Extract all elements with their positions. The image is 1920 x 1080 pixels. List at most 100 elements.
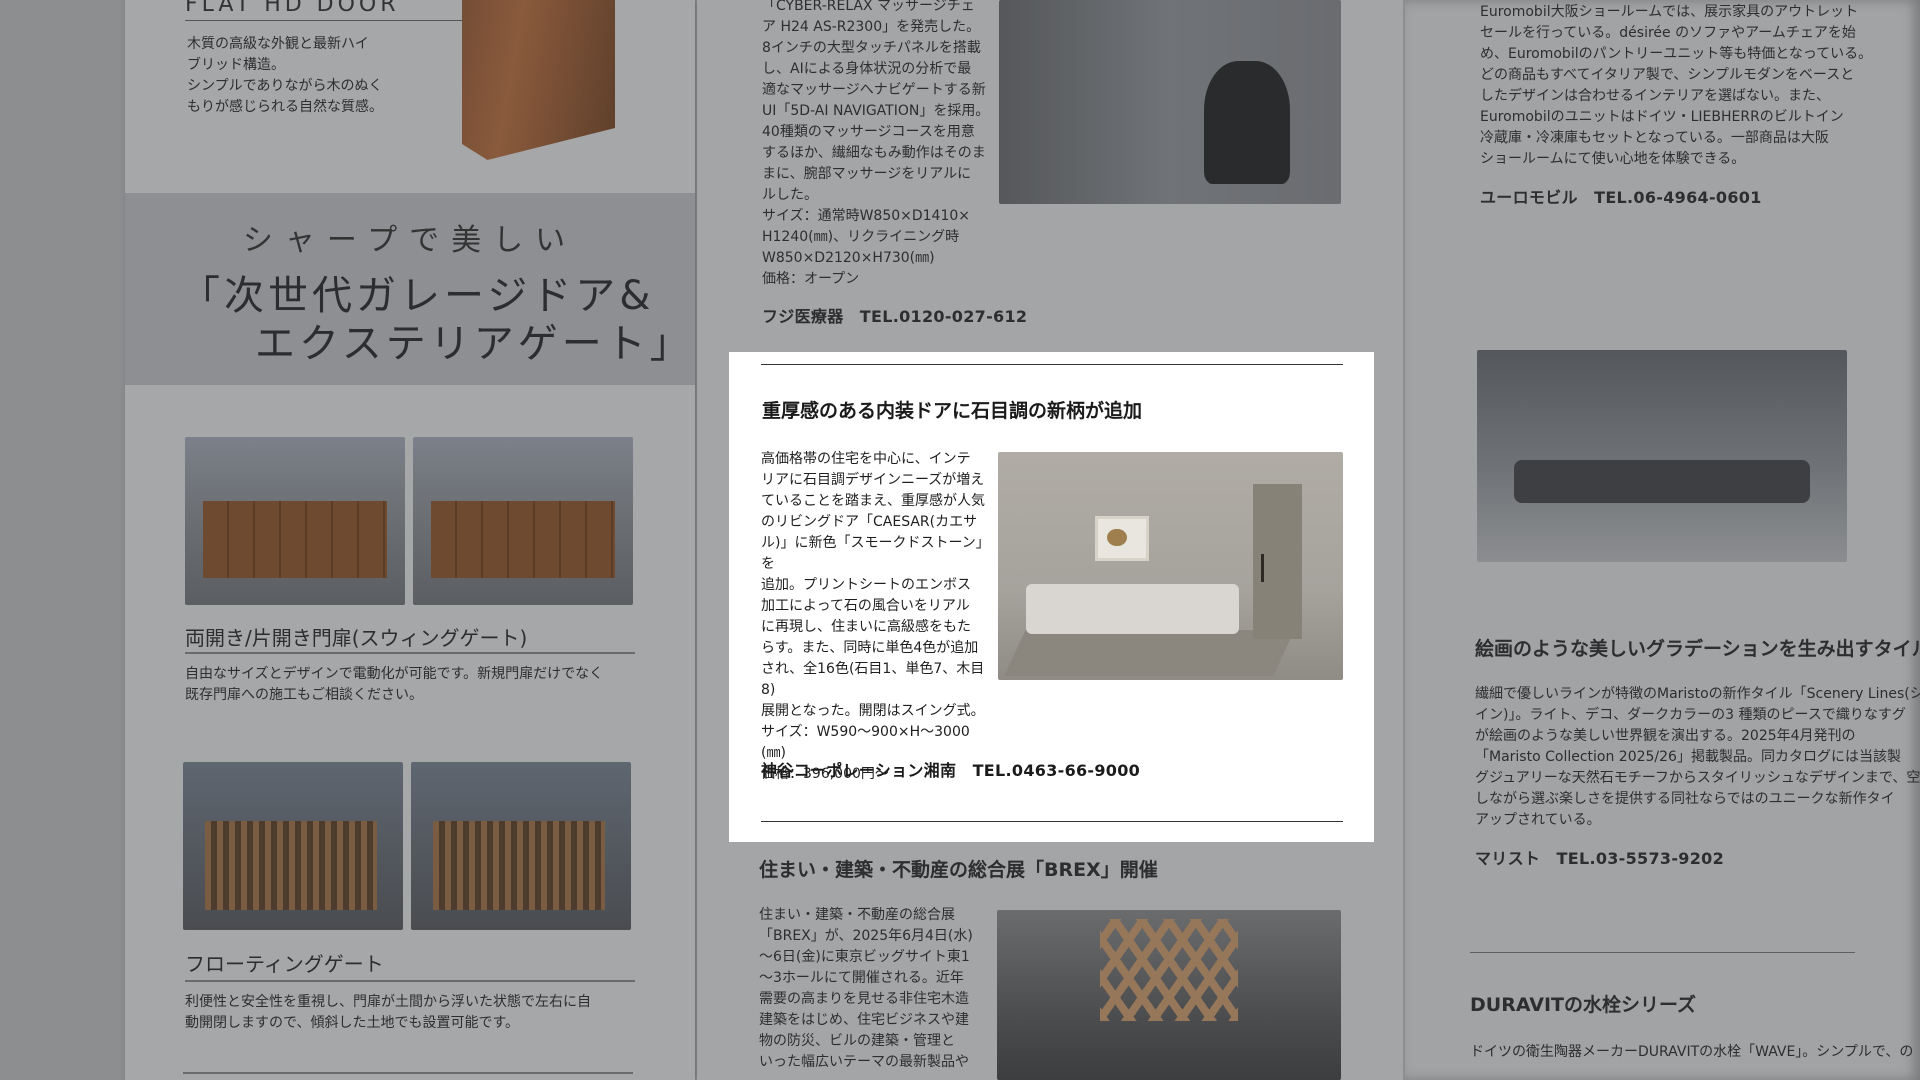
living-room-photo (1477, 350, 1847, 562)
intro-line: もりが感じられる自然な質感。 (187, 99, 383, 115)
text-line: いった幅広いテーマの最新製品や (759, 1054, 969, 1070)
text-line: め、Euromobilのパントリーユニット等も特価となっている。 (1480, 46, 1873, 62)
banner-title-line-2: エクステリアゲート」 (255, 321, 694, 367)
tile-heading: 絵画のような美しいグラデーションを生み出すタイル (1475, 638, 1920, 660)
text-line: グジュアリーな天然石モチーフからスタイリッシュなデザインまで、空 (1475, 770, 1920, 786)
divider (185, 652, 635, 654)
text-line: H1240(㎜)、リクライニング時 (762, 229, 960, 245)
brex-expo-photo (997, 910, 1341, 1080)
card-top-rule (761, 364, 1343, 365)
text-line: セールを行っている。désirée のソファやアームチェアを始 (1480, 25, 1856, 41)
text-line: 「Maristo Collection 2025/26」掲載製品。同カタログには… (1475, 749, 1901, 765)
text-line: UI「5D-AI NAVIGATION」を採用。 (762, 103, 990, 119)
text-line: に再現し、住まいに高級感をもた (761, 619, 971, 635)
floating-gate-text: 利便性と安全性を重視し、門扉が土間から浮いた状態で左右に自 動開閉しますので、傾… (185, 992, 645, 1034)
text-line: したデザインは合わせるインテリアを選ばない。また、 (1480, 88, 1830, 104)
rug (1004, 629, 1295, 676)
banner-subtitle: シャープで美しい (242, 223, 578, 258)
massage-chair-text: 「CYBER-RELAX マッサージチェ ア H24 AS-R2300」を発売し… (762, 0, 997, 290)
card-heading: 重厚感のある内装ドアに石目調の新柄が追加 (762, 400, 1143, 422)
text-line: 既存門扉への施工もご相談ください。 (185, 687, 423, 703)
text-line: イン)」。ライト、デコ、ダークカラーの3 種類のピースで織りなすグ (1475, 707, 1906, 723)
intro-line: 木質の高級な外観と最新ハイ (187, 36, 369, 52)
duravit-text: ドイツの衛生陶器メーカーDURAVITの水栓「WAVE」。シンプルで、のあるデザ… (1470, 1044, 1915, 1060)
massage-contact: フジ医療器 TEL.0120-027-612 (762, 307, 1028, 326)
text-line: し、AIによる身体状況の分析で最 (762, 61, 972, 77)
text-line: 適なマッサージへナビゲートする新 (762, 82, 986, 98)
text-line: 利便性と安全性を重視し、門扉が土間から浮いた状態で左右に自 (185, 994, 591, 1010)
text-line: 建築をはじめ、住宅ビジネスや建 (759, 1012, 969, 1028)
text-line: ていることを踏まえ、重厚感が人気 (761, 493, 985, 509)
brex-heading: 住まい・建築・不動産の総合展「BREX」開催 (759, 859, 1158, 881)
text-line: まに、腕部マッサージをリアルに (762, 166, 972, 182)
divider (185, 980, 635, 982)
text-line: 40種類のマッサージコースを用意 (762, 124, 975, 140)
text-line: が絵画のような美しい世界観を演出する。2025年4月発刊の (1475, 728, 1856, 744)
duravit-heading: DURAVITの水栓シリーズ (1470, 994, 1697, 1016)
text-line: ア H24 AS-R2300」を発売した。 (762, 19, 981, 35)
text-line: らす。また、同時に単色4色が追加 (761, 640, 979, 656)
intro-line: ブリッド構造。 (187, 57, 285, 73)
text-line: ル)」に新色「スモークドストーン」を (761, 535, 990, 572)
swing-gate-photo-1 (185, 437, 405, 605)
text-line: され、全16色(石目1、単色7、木目8) (761, 661, 985, 698)
massage-chair-photo (999, 0, 1341, 204)
text-line: リアに石目調デザインニーズが増え (761, 472, 985, 488)
text-line: 自由なサイズとデザインで電動化が可能です。新規門扉だけでなく (185, 666, 604, 682)
divider (1470, 952, 1855, 953)
left-page: FLAT HD DOOR 木質の高級な外観と最新ハイ ブリッド構造。 シンプルで… (125, 0, 695, 1080)
text-line: 展開となった。開閉はスイング式。 (761, 703, 985, 719)
text-line: 加工によって石の風合いをリアル (761, 598, 970, 614)
swing-gate-caption: 両開き/片開き門扉(スウィングゲート) (185, 626, 528, 650)
wall-art (1094, 515, 1149, 561)
text-line: 価格：オープン (762, 271, 860, 287)
text-line: W850×D2120×H730(㎜) (762, 250, 935, 266)
sofa (1025, 584, 1240, 635)
text-line: しながら選ぶ楽しさを提供する同社ならではのユニークな新作タイ (1475, 791, 1895, 807)
text-line: どの商品もすべてイタリア製で、シンプルモダンをベースと (1480, 67, 1855, 83)
text-line: サイズ：通常時W850×D1410× (762, 208, 971, 224)
interior-door (1253, 483, 1302, 639)
text-line: ショールームにて使い心地を体験できる。 (1480, 151, 1746, 167)
swing-gate-text: 自由なサイズとデザインで電動化が可能です。新規門扉だけでなく 既存門扉への施工も… (185, 664, 645, 706)
card-contact: 神谷コーポレーション湘南 TEL.0463-66-9000 (761, 761, 1141, 780)
floating-gate-photo-1 (183, 762, 403, 930)
tile-contact: マリスト TEL.03-5573-9202 (1475, 849, 1725, 868)
flat-hd-door-title: FLAT HD DOOR (185, 0, 400, 17)
text-line: ～6日(金)に東京ビッグサイト東1 (759, 949, 970, 965)
flat-hd-door-intro: 木質の高級な外観と最新ハイ ブリッド構造。 シンプルでありながら木のぬく もりが… (187, 34, 437, 118)
banner: シャープで美しい 「次世代ガレージドア& エクステリアゲート」 (125, 193, 695, 385)
text-line: 8インチの大型タッチパネルを搭載 (762, 40, 981, 56)
text-line: 「BREX」が、2025年6月4日(水) (759, 928, 973, 944)
divider (183, 1072, 633, 1074)
text-line: 物の防災、ビルの建築・管理と (759, 1033, 955, 1049)
right-page: Euromobil大阪ショールームでは、展示家具のアウトレット セールを行ってい… (1405, 0, 1920, 1080)
text-line: 「CYBER-RELAX マッサージチェ (762, 0, 975, 14)
card-bottom-rule (761, 821, 1343, 822)
garage-door-image (462, 0, 615, 160)
euromobil-contact: ユーロモビル TEL.06-4964-0601 (1480, 188, 1762, 207)
text-line: 需要の高まりを見せる非住宅木造 (759, 991, 969, 1007)
text-line: Euromobilのユニットはドイツ・LIEBHERRのビルトイン (1480, 109, 1844, 125)
floating-gate-photo-2 (411, 762, 631, 930)
text-line: サイズ：W590～900×H～3000 (761, 724, 970, 740)
text-line: アップされている。 (1475, 812, 1601, 828)
floating-gate-caption: フローティングゲート (185, 952, 384, 976)
text-line: 追加。プリントシートのエンボス (761, 577, 971, 593)
text-line: 冷蔵庫・冷凍庫もセットとなっている。一部商品は大阪 (1480, 130, 1829, 146)
card-body: 高価格帯の住宅を中心に、インテ リアに石目調デザインニーズが増え ていることを踏… (761, 449, 991, 785)
text-line: ～3ホールにて開催される。近年 (759, 970, 964, 986)
intro-line: シンプルでありながら木のぬく (187, 78, 383, 94)
highlight-card: 重厚感のある内装ドアに石目調の新柄が追加 高価格帯の住宅を中心に、インテ リアに… (729, 352, 1374, 842)
brex-text: 住まい・建築・不動産の総合展 「BREX」が、2025年6月4日(水) ～6日(… (759, 905, 994, 1073)
text-line: 繊細で優しいラインが特徴のMaristoの新作タイル「Scenery Lines… (1475, 686, 1920, 702)
text-line: 住まい・建築・不動産の総合展 (759, 907, 955, 923)
text-line: ルした。 (762, 187, 818, 203)
swing-gate-photo-2 (413, 437, 633, 605)
stone-door-room-photo (998, 452, 1343, 680)
text-line: 高価格帯の住宅を中心に、インテ (761, 451, 971, 467)
text-line: のリビングドア「CAESAR(カエサ (761, 514, 978, 530)
text-line: 動開閉しますので、傾斜した土地でも設置可能です。 (185, 1015, 520, 1031)
text-line: するほか、繊細なもみ動作はそのま (762, 145, 986, 161)
euromobil-text: Euromobil大阪ショールームでは、展示家具のアウトレット セールを行ってい… (1480, 2, 1900, 170)
